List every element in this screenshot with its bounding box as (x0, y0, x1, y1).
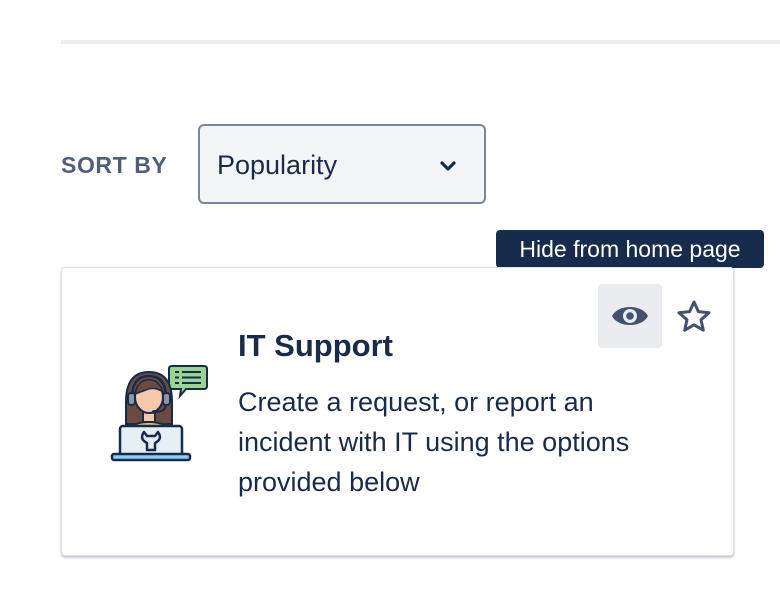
card-title: IT Support (238, 328, 393, 363)
hide-from-home-tooltip: Hide from home page (496, 230, 764, 268)
service-card[interactable]: IT Support Create a request, or report a… (61, 267, 734, 556)
star-icon (677, 300, 711, 332)
chevron-down-icon (438, 158, 458, 174)
divider (61, 40, 780, 44)
sort-select-value: Popularity (217, 150, 338, 180)
eye-icon (612, 307, 648, 325)
favorite-button[interactable] (672, 298, 716, 338)
it-support-agent-icon (108, 364, 208, 464)
sort-select[interactable]: Popularity (198, 124, 486, 204)
page: SORT BY Popularity Hide from home page I… (0, 0, 780, 594)
card-description: Create a request, or report an incident … (238, 387, 630, 497)
hide-from-home-button[interactable] (598, 284, 662, 348)
sort-by-label: SORT BY (61, 152, 168, 178)
